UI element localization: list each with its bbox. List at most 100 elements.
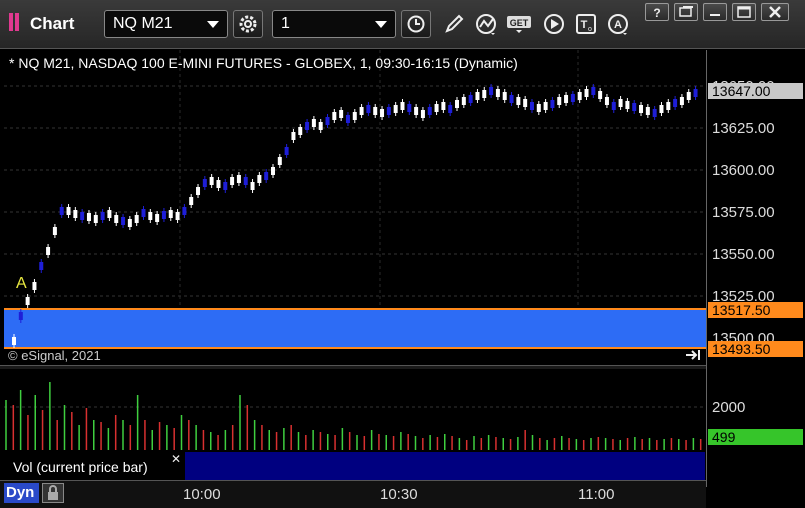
candle-body — [400, 102, 405, 110]
volume-legend[interactable]: Vol (current price bar) — [5, 454, 183, 480]
price-axis-label: 13575.00 — [712, 204, 775, 221]
price-axis-label: 13550.00 — [712, 246, 775, 263]
candle-body — [230, 177, 235, 185]
interval-value: 1 — [281, 15, 290, 32]
time-template-button[interactable] — [401, 10, 431, 38]
candle-body — [209, 177, 214, 185]
candle-body — [121, 217, 126, 225]
candle-body — [18, 312, 23, 320]
minimize-button[interactable] — [703, 3, 727, 21]
close-icon — [769, 6, 781, 18]
symbol-selector[interactable]: NQ M21 — [104, 10, 228, 38]
candle-body — [243, 177, 248, 185]
lock-button[interactable] — [42, 483, 64, 503]
candle-body — [196, 187, 201, 195]
candle-body — [673, 99, 678, 107]
candle-body — [686, 92, 691, 100]
candle-body — [489, 87, 494, 95]
candle-body — [550, 100, 555, 108]
candle-body — [25, 297, 30, 305]
window-title: Chart — [30, 14, 75, 33]
maximize-button[interactable] — [732, 3, 756, 21]
time-axis-label: 11:00 — [578, 486, 615, 503]
volume-chart[interactable] — [4, 370, 706, 450]
candle-body — [448, 105, 453, 113]
price-axis[interactable] — [706, 50, 805, 487]
candle-body — [66, 207, 71, 215]
restore-button[interactable] — [674, 3, 698, 21]
price-zone — [4, 309, 706, 348]
restore-icon — [679, 6, 693, 17]
candle-body — [468, 95, 473, 103]
candle-body — [270, 167, 275, 175]
studies-button[interactable] — [473, 11, 501, 37]
help-button[interactable]: ? — [645, 3, 669, 21]
candle-body — [114, 215, 119, 223]
time-axis-label: 10:00 — [183, 486, 221, 503]
candle-body — [345, 115, 350, 123]
price-chart[interactable]: A — [4, 50, 706, 350]
candle-body — [652, 109, 657, 117]
candle-body — [611, 102, 616, 110]
candle-body — [502, 92, 507, 100]
candle-body — [39, 262, 44, 270]
price-axis-label: 13625.00 — [712, 120, 775, 137]
alert-button[interactable]: A — [605, 11, 633, 37]
volume-current-tag: 499 — [708, 429, 803, 445]
get-data-button[interactable]: GET — [506, 11, 534, 37]
zone-top-tag: 13517.50 — [708, 302, 803, 318]
candle-body — [46, 247, 51, 255]
app-logo — [9, 13, 13, 31]
question-icon: ? — [653, 6, 660, 20]
candle-body — [461, 97, 466, 105]
candle-body — [127, 219, 132, 227]
candle-body — [529, 102, 534, 110]
candle-body — [564, 95, 569, 103]
scroll-end-icon[interactable] — [684, 348, 704, 362]
price-axis-label: 13600.00 — [712, 162, 775, 179]
candle-body — [584, 89, 589, 97]
chart-window: Chart NQ M21 1 GET To A ? A 13625.00 136… — [0, 0, 805, 508]
chevron-down-icon — [207, 21, 219, 28]
candle-body — [216, 180, 221, 188]
maximize-icon — [737, 6, 751, 18]
minimize-icon — [710, 14, 720, 16]
pencil-icon — [445, 14, 464, 33]
svg-text:T: T — [581, 19, 588, 31]
candle-body — [52, 227, 57, 235]
draw-tool-button[interactable] — [440, 11, 468, 37]
close-button[interactable] — [761, 3, 789, 21]
candle-body — [202, 179, 207, 187]
pane-separator[interactable] — [0, 365, 706, 369]
candle-body — [516, 97, 521, 105]
candle-body — [523, 99, 528, 107]
get-icon: GET — [507, 16, 531, 33]
candle-body — [59, 207, 64, 215]
candle-body — [318, 122, 323, 130]
marker-label: A — [16, 275, 27, 292]
svg-text:?: ? — [653, 6, 660, 20]
candle-body — [305, 122, 310, 130]
zone-bottom-tag: 13493.50 — [708, 341, 803, 357]
dynamic-mode-button[interactable]: Dyn — [4, 483, 39, 503]
candle-body — [645, 107, 650, 115]
volume-label: Vol (current price bar) — [13, 459, 148, 475]
candle-body — [475, 92, 480, 100]
svg-text:o: o — [588, 26, 592, 33]
candle-body — [482, 90, 487, 98]
chevron-down-icon — [375, 21, 387, 28]
candle-body — [434, 104, 439, 112]
candle-body — [618, 99, 623, 107]
settings-button[interactable] — [233, 10, 263, 38]
candle-body — [679, 97, 684, 105]
text-tool-button[interactable]: To — [572, 11, 600, 37]
alert-icon: A — [608, 14, 628, 35]
close-study-icon[interactable]: ✕ — [171, 452, 181, 466]
candle-body — [495, 89, 500, 97]
interval-selector[interactable]: 1 — [272, 10, 396, 38]
candle-body — [441, 102, 446, 110]
candle-body — [455, 100, 460, 108]
playback-button[interactable] — [540, 11, 568, 37]
candle-body — [693, 89, 698, 97]
time-axis-label: 10:30 — [380, 486, 418, 503]
